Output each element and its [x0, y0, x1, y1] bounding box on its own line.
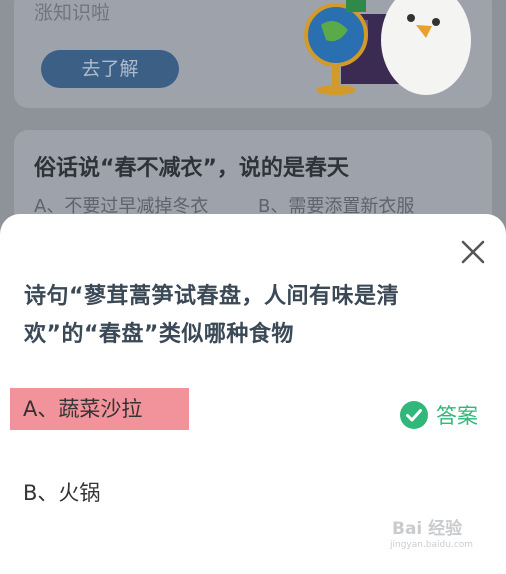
- watermark: Bai 经验 jingyan.baidu.com: [386, 510, 496, 558]
- watermark-url: jingyan.baidu.com: [390, 540, 474, 550]
- question-modal: 诗句“蓼茸蒿笋试春盘，人间有味是清欢”的“春盘”类似哪种食物 A、蔬菜沙拉 答案…: [0, 214, 506, 574]
- watermark-brand: Bai 经验: [392, 519, 463, 539]
- option-a[interactable]: A、蔬菜沙拉: [10, 388, 189, 430]
- learn-more-button[interactable]: 去了解: [41, 50, 179, 88]
- chicken-globe-illustration: [304, 0, 471, 95]
- close-icon: [461, 240, 485, 264]
- option-b[interactable]: B、火锅: [23, 478, 100, 508]
- previous-question-text: 俗话说“春不减衣”，说的是春天: [34, 156, 349, 181]
- close-button[interactable]: [456, 235, 490, 269]
- option-a-label: A、蔬菜沙拉: [23, 397, 143, 421]
- question-text: 诗句“蓼茸蒿笋试春盘，人间有味是清欢”的“春盘”类似哪种食物: [24, 284, 399, 347]
- answer-label: 答案: [436, 404, 478, 428]
- check-circle-icon: [400, 401, 428, 429]
- promo-card: 涨知识啦 去了解: [14, 0, 492, 108]
- promo-card-text: 涨知识啦: [34, 2, 111, 24]
- answer-button[interactable]: 答案: [400, 400, 478, 430]
